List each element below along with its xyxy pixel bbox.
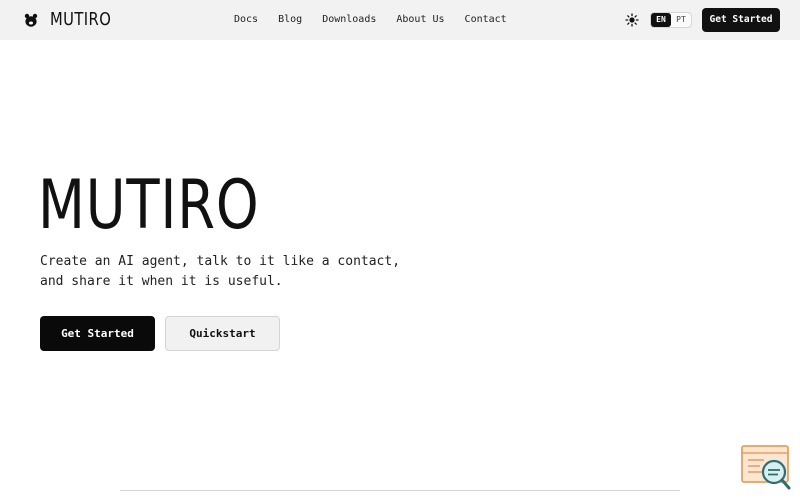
nav-link-downloads[interactable]: Downloads <box>322 13 376 27</box>
nav-link-docs[interactable]: Docs <box>234 13 258 27</box>
bear-logo-icon <box>24 13 38 27</box>
hero-title: MUTIRO <box>38 166 260 245</box>
search-assistant-icon[interactable] <box>740 444 792 492</box>
sun-icon[interactable] <box>625 13 639 27</box>
lang-option-pt[interactable]: PT <box>671 13 691 27</box>
lang-option-en[interactable]: EN <box>651 13 671 27</box>
nav-link-about-us[interactable]: About Us <box>396 13 444 27</box>
get-started-button[interactable]: Get Started <box>40 316 155 351</box>
brand-logo[interactable]: MUTIRO <box>24 10 125 30</box>
nav-link-blog[interactable]: Blog <box>278 13 302 27</box>
brand-name: MUTIRO <box>50 9 112 30</box>
section-divider <box>120 490 680 491</box>
language-switcher: EN PT <box>650 12 692 28</box>
nav-link-contact[interactable]: Contact <box>465 13 507 27</box>
header-get-started-button[interactable]: Get Started <box>702 8 780 32</box>
hero-subtitle-line-2: and share it when it is useful. <box>40 274 283 289</box>
hero-subtitle-line-1: Create an AI agent, talk to it like a co… <box>40 254 401 269</box>
hero-subtitle: Create an AI agent, talk to it like a co… <box>40 252 420 292</box>
main-nav: Docs Blog Downloads About Us Contact <box>234 13 507 27</box>
quickstart-button[interactable]: Quickstart <box>165 316 280 351</box>
top-navigation-bar: MUTIRO Docs Blog Downloads About Us Cont… <box>0 0 800 40</box>
